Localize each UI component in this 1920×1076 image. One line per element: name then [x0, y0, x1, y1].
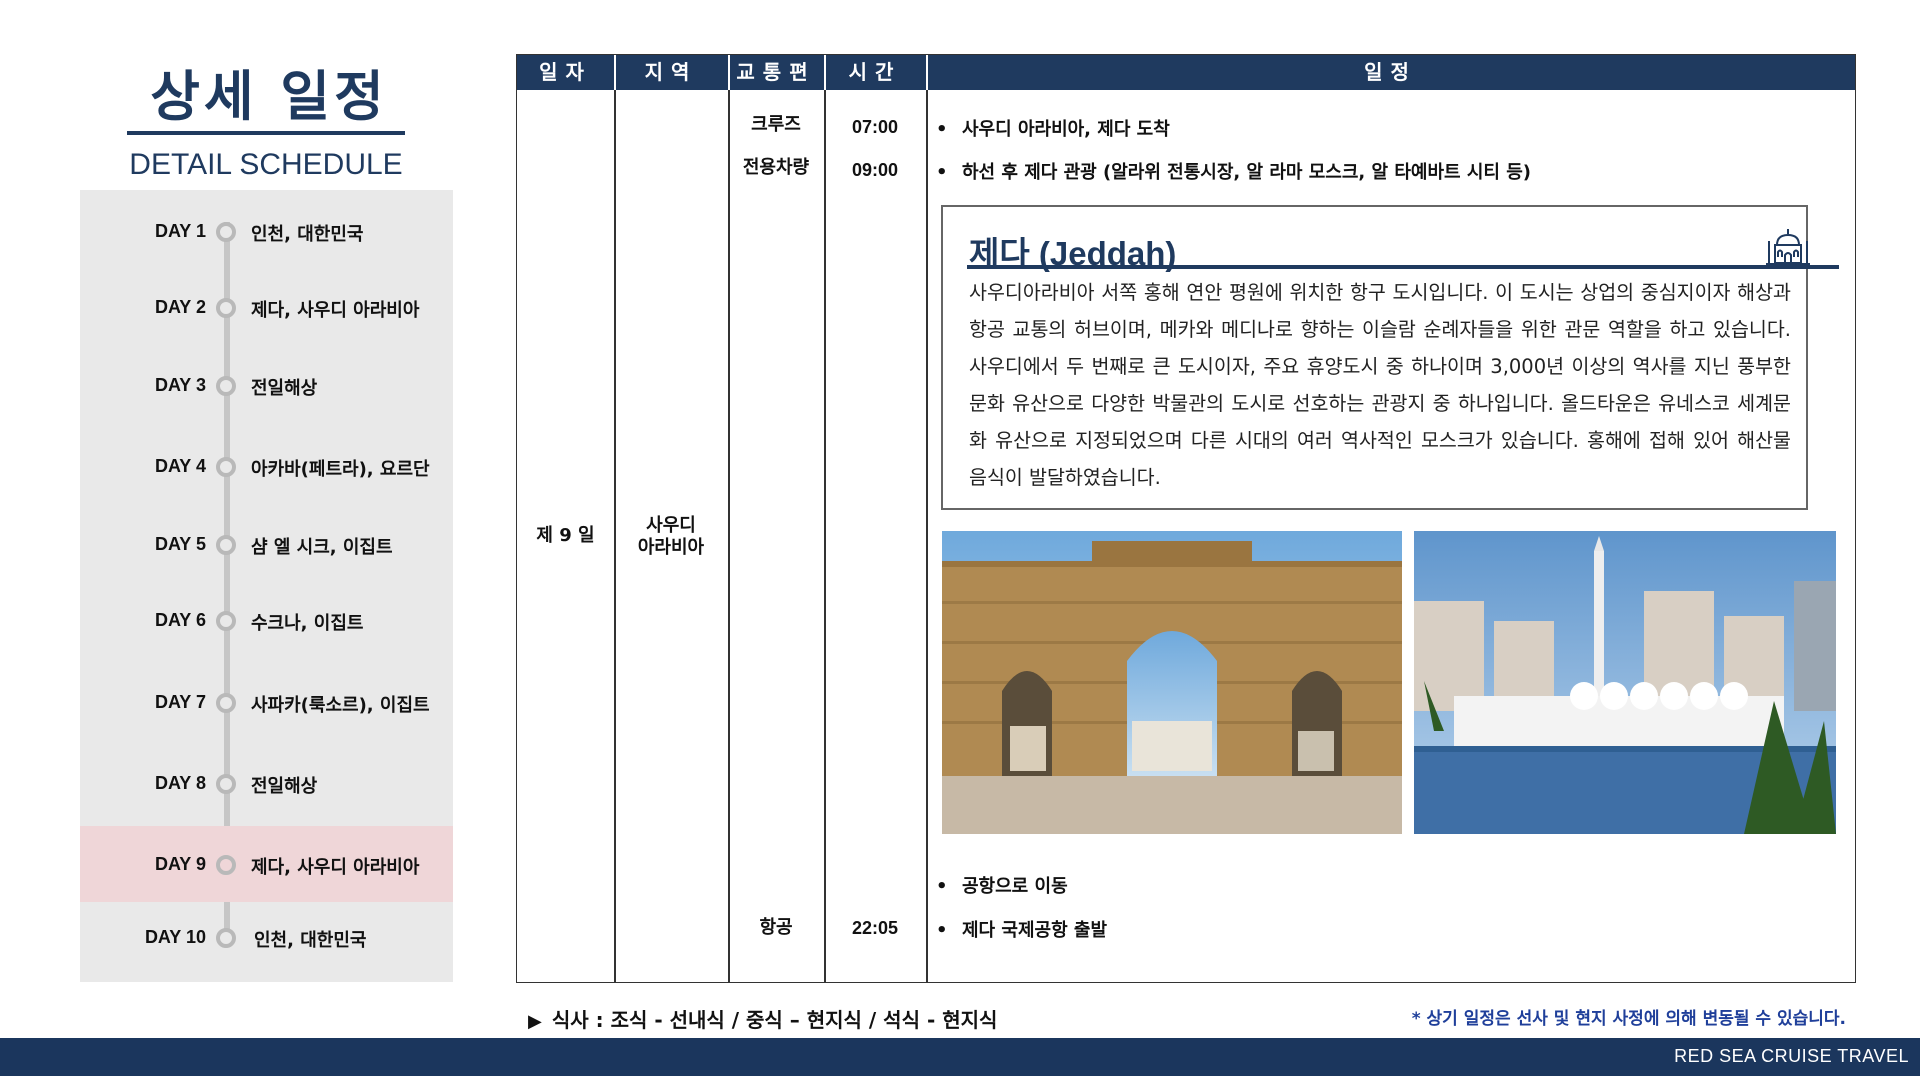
header-divider [614, 55, 616, 90]
region-line: 아라비아 [637, 537, 705, 558]
day-item-3[interactable]: DAY 3 전일해상 [80, 347, 453, 423]
timeline-dot-icon [216, 535, 236, 555]
day-label: DAY 9 [154, 854, 206, 874]
timeline-dot-icon [216, 457, 236, 477]
transport-cell: 전용차량 [742, 157, 810, 178]
day-label: DAY 5 [154, 534, 206, 554]
time-cell: 07:00 [851, 117, 899, 137]
city-info-description: 사우디아라비아 서쪽 홍해 연안 평원에 위치한 항구 도시입니다. 이 도시는… [969, 281, 1791, 489]
column-divider [824, 55, 826, 982]
timeline-dot-icon [216, 611, 236, 631]
day-place: 제다, 사우디 아라비아 [251, 300, 420, 321]
schedule-item: • 제다 국제공항 출발 [936, 916, 1107, 942]
schedule-text: 사우디 아라비아, 제다 도착 [962, 119, 1170, 140]
day-label: DAY 6 [154, 610, 206, 630]
day-label: DAY 10 [144, 927, 206, 947]
timeline-dot-icon [216, 693, 236, 713]
timeline-dot-icon [216, 855, 236, 875]
schedule-item: • 사우디 아라비아, 제다 도착 [936, 115, 1170, 141]
day-place: 인천, 대한민국 [251, 224, 364, 245]
page-subtitle: DETAIL SCHEDULE [129, 148, 403, 181]
region-cell: 사우디 아라비아 [614, 515, 728, 559]
schedule-item: • 공항으로 이동 [936, 872, 1068, 898]
mosque-icon [1766, 229, 1810, 265]
day-item-6[interactable]: DAY 6 수크나, 이집트 [80, 582, 453, 658]
table-header: 일자 지역 교통편 시간 일정 [517, 55, 1855, 90]
timeline-dot-icon [216, 774, 236, 794]
day-place: 전일해상 [251, 378, 318, 399]
day-label: DAY 4 [154, 456, 206, 476]
day-item-10[interactable]: DAY 10 인천, 대한민국 [80, 899, 453, 975]
city-info-divider [967, 265, 1839, 269]
day-label: DAY 7 [154, 692, 206, 712]
date-cell: 제 9 일 [536, 525, 595, 546]
day-label: DAY 2 [154, 297, 206, 317]
day-place: 제다, 사우디 아라비아 [251, 857, 420, 878]
meal-text: 식사 : 조식 - 선내식 / 중식 – 현지식 / 석식 - 현지식 [551, 1008, 998, 1032]
timeline-dot-icon [216, 222, 236, 242]
day-item-4[interactable]: DAY 4 아카바(페트라), 요르단 [80, 428, 453, 504]
schedule-text: 제다 국제공항 출발 [962, 920, 1108, 941]
header-divider [824, 55, 826, 90]
schedule-item: • 하선 후 제다 관광 (알라위 전통시장, 알 라마 모스크, 알 타예바트 … [936, 158, 1531, 184]
footer-bar: RED SEA CRUISE TRAVEL [0, 1038, 1920, 1076]
header-transport: 교통편 [736, 60, 816, 84]
day-place: 수크나, 이집트 [251, 613, 364, 634]
day-item-5[interactable]: DAY 5 샴 엘 시크, 이집트 [80, 506, 453, 582]
day-place: 샴 엘 시크, 이집트 [251, 537, 393, 558]
timeline-dot-icon [216, 376, 236, 396]
day-label: DAY 8 [154, 773, 206, 793]
day-place: 아카바(페트라), 요르단 [251, 459, 430, 480]
page-title: 상세 일정 [150, 65, 388, 128]
photo-jeddah-gate [942, 531, 1402, 834]
day-place: 인천, 대한민국 [254, 930, 367, 951]
photo-jeddah-mosque [1414, 531, 1836, 834]
triangle-icon: ▶ [528, 1011, 542, 1032]
day-place: 전일해상 [251, 776, 318, 797]
header-date: 일자 [539, 60, 592, 84]
day-item-1[interactable]: DAY 1 인천, 대한민국 [80, 193, 453, 269]
change-notice: * 상기 일정은 선사 및 현지 사정에 의해 변동될 수 있습니다. [1411, 1009, 1846, 1029]
bullet-icon: • [936, 119, 948, 140]
bullet-icon: • [936, 920, 948, 941]
header-time: 시간 [848, 60, 902, 84]
schedule-text: 공항으로 이동 [962, 876, 1068, 897]
day-item-8[interactable]: DAY 8 전일해상 [80, 745, 453, 821]
day-item-9-active[interactable]: DAY 9 제다, 사우디 아라비아 [80, 826, 453, 902]
day-place: 사파카(룩소르), 이집트 [251, 695, 430, 716]
city-info-box: 제다 (Jeddah) 사우디아라비아 서쪽 홍해 연안 평원에 위치한 항구 … [941, 205, 1839, 510]
header-schedule: 일정 [1364, 60, 1417, 84]
transport-cell: 크루즈 [751, 114, 801, 135]
day-item-7[interactable]: DAY 7 사파카(룩소르), 이집트 [80, 664, 453, 740]
transport-cell: 항공 [759, 917, 793, 938]
bullet-icon: • [936, 162, 948, 183]
header-divider [728, 55, 730, 90]
header-divider [926, 55, 928, 90]
day-item-2[interactable]: DAY 2 제다, 사우디 아라비아 [80, 269, 453, 345]
column-divider [926, 55, 928, 982]
column-divider [728, 55, 730, 982]
title-divider [127, 131, 405, 135]
day-label: DAY 3 [154, 375, 206, 395]
timeline-dot-icon [216, 928, 236, 948]
footer-brand: RED SEA CRUISE TRAVEL [1674, 1046, 1909, 1066]
schedule-table: 일자 지역 교통편 시간 일정 제 9 일 사우디 아라비아 크루즈 07:00… [516, 54, 1856, 983]
day-label: DAY 1 [154, 221, 206, 241]
meal-info: ▶ 식사 : 조식 - 선내식 / 중식 – 현지식 / 석식 - 현지식 [528, 1004, 997, 1033]
bullet-icon: • [936, 876, 948, 897]
time-cell: 09:00 [851, 160, 899, 180]
region-line: 사우디 [646, 515, 696, 536]
timeline-dot-icon [216, 298, 236, 318]
header-region: 지역 [644, 60, 698, 84]
time-cell: 22:05 [851, 918, 899, 938]
schedule-text: 하선 후 제다 관광 (알라위 전통시장, 알 라마 모스크, 알 타예바트 시… [962, 162, 1532, 183]
